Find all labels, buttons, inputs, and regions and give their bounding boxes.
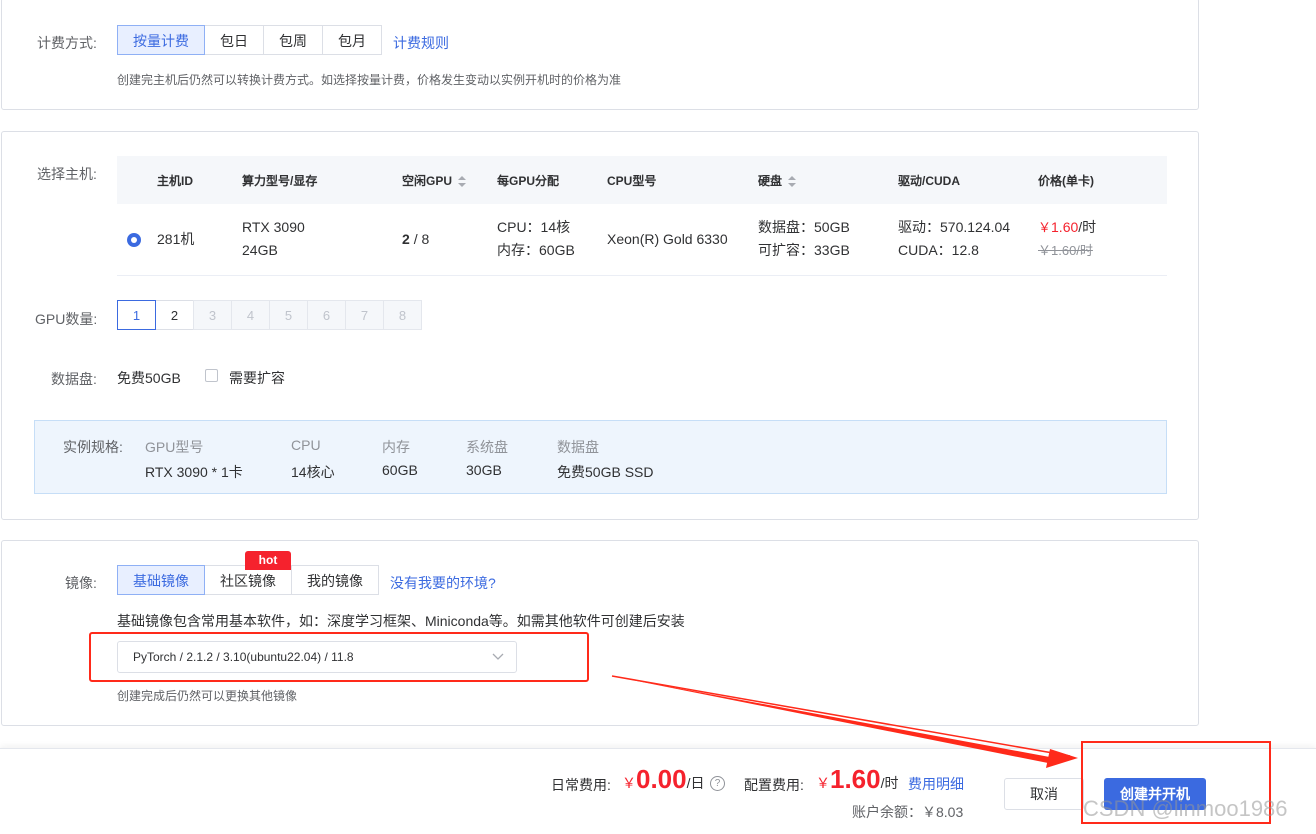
watermark: CSDN @linmoo1986 — [1083, 796, 1288, 821]
gpu-count-1[interactable]: 1 — [117, 300, 156, 330]
hot-badge: hot — [245, 551, 291, 570]
annotation-arrow — [611, 675, 1078, 768]
billing-option-hourly[interactable]: 按量计费 — [117, 25, 205, 55]
tab-base-image[interactable]: 基础镜像 — [117, 565, 205, 595]
